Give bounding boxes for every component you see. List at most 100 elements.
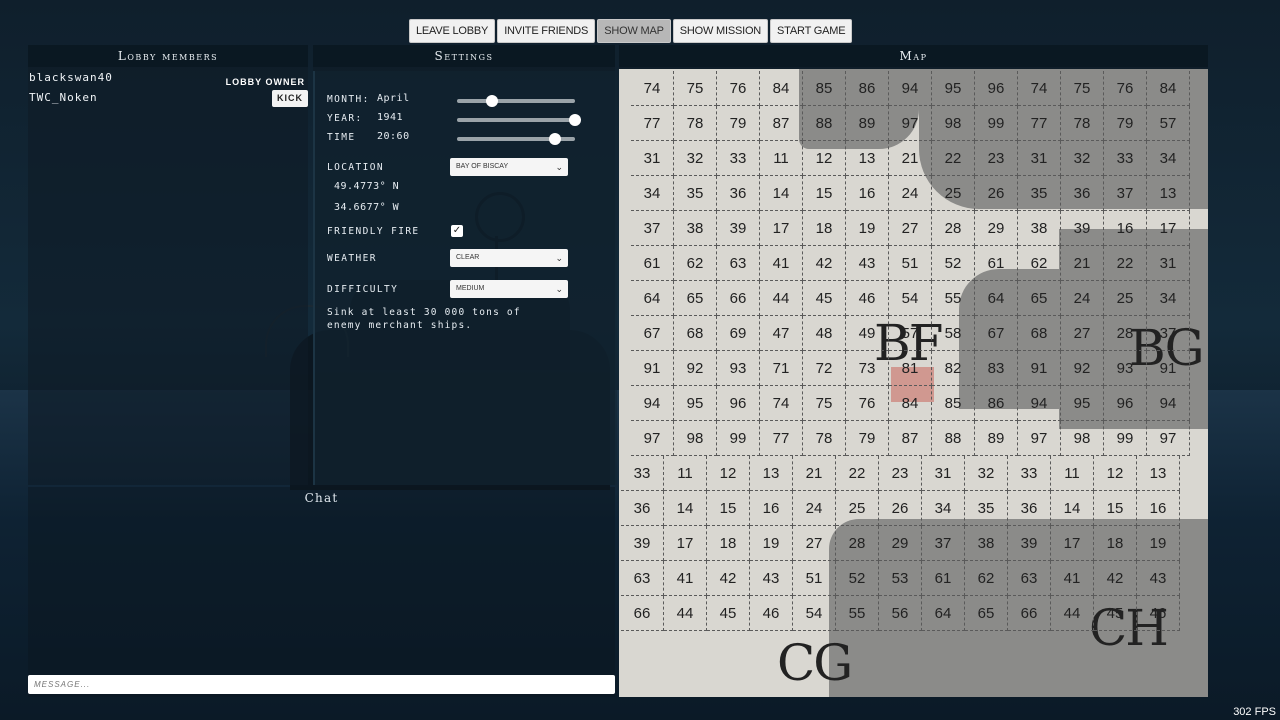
map-grid-cell[interactable]: 76 xyxy=(717,71,760,106)
map-grid-cell[interactable]: 61 xyxy=(922,561,965,596)
map-grid-cell[interactable]: 85 xyxy=(803,71,846,106)
map-grid-cell[interactable]: 11 xyxy=(760,141,803,176)
map-grid-cell[interactable]: 35 xyxy=(674,176,717,211)
map-grid-cell[interactable]: 76 xyxy=(846,386,889,421)
map-grid-cell[interactable]: 28 xyxy=(1104,316,1147,351)
map-grid-cell[interactable]: 52 xyxy=(932,246,975,281)
year-slider[interactable] xyxy=(457,114,581,126)
map-grid-cell[interactable]: 97 xyxy=(1147,421,1190,456)
map-grid-cell[interactable]: 32 xyxy=(965,456,1008,491)
map-grid-cell[interactable]: 13 xyxy=(1147,176,1190,211)
map-grid-cell[interactable]: 36 xyxy=(1061,176,1104,211)
map-grid-cell[interactable]: 39 xyxy=(717,211,760,246)
map-grid-cell[interactable]: 28 xyxy=(932,211,975,246)
map-grid-cell[interactable]: 66 xyxy=(621,596,664,631)
map-grid-cell[interactable]: 26 xyxy=(879,491,922,526)
map-grid-cell[interactable]: 94 xyxy=(889,71,932,106)
map-grid-cell[interactable]: 36 xyxy=(1008,491,1051,526)
map-grid-cell[interactable]: 96 xyxy=(975,71,1018,106)
map-grid-cell[interactable]: 66 xyxy=(717,281,760,316)
map-grid-cell[interactable]: 47 xyxy=(760,316,803,351)
map-grid-cell[interactable]: 21 xyxy=(1061,246,1104,281)
map-grid-cell[interactable]: 77 xyxy=(760,421,803,456)
map-grid-cell[interactable]: 34 xyxy=(1147,141,1190,176)
map-grid-cell[interactable]: 32 xyxy=(674,141,717,176)
map-grid-cell[interactable]: 79 xyxy=(717,106,760,141)
map-grid-cell[interactable]: 35 xyxy=(965,491,1008,526)
map-grid-cell[interactable]: 37 xyxy=(631,211,674,246)
map-grid-cell[interactable]: 93 xyxy=(717,351,760,386)
map-grid-cell[interactable]: 87 xyxy=(760,106,803,141)
map-grid-cell[interactable]: 65 xyxy=(965,596,1008,631)
map-grid-cell[interactable]: 81 xyxy=(889,351,932,386)
map-grid-cell[interactable]: 27 xyxy=(1061,316,1104,351)
map-grid-cell[interactable]: 71 xyxy=(760,351,803,386)
map-grid-cell[interactable]: 24 xyxy=(889,176,932,211)
map-grid-cell[interactable]: 91 xyxy=(631,351,674,386)
map-grid-cell[interactable]: 65 xyxy=(674,281,717,316)
map-grid-cell[interactable]: 67 xyxy=(975,316,1018,351)
map-grid-cell[interactable]: 15 xyxy=(707,491,750,526)
map-grid-cell[interactable]: 51 xyxy=(793,561,836,596)
map-grid-cell[interactable]: 24 xyxy=(793,491,836,526)
map-grid-cell[interactable]: 23 xyxy=(975,141,1018,176)
map-grid-cell[interactable]: 49 xyxy=(846,316,889,351)
map-grid-cell[interactable]: 46 xyxy=(846,281,889,316)
map-grid-cell[interactable]: 16 xyxy=(750,491,793,526)
map-grid-cell[interactable]: 16 xyxy=(1137,491,1180,526)
map-grid-cell[interactable]: 61 xyxy=(975,246,1018,281)
map-grid-cell[interactable]: 25 xyxy=(836,491,879,526)
map-grid-cell[interactable]: 86 xyxy=(975,386,1018,421)
map-grid-cell[interactable]: 34 xyxy=(631,176,674,211)
map-grid-cell[interactable]: 17 xyxy=(760,211,803,246)
map-grid-cell[interactable]: 68 xyxy=(674,316,717,351)
map-grid-cell[interactable]: 75 xyxy=(803,386,846,421)
location-select[interactable]: BAY OF BISCAY ⌄ xyxy=(450,158,568,176)
map-grid-cell[interactable]: 31 xyxy=(631,141,674,176)
map-grid-cell[interactable]: 42 xyxy=(1094,561,1137,596)
map-grid-cell[interactable]: 46 xyxy=(1137,596,1180,631)
map-grid-cell[interactable]: 92 xyxy=(674,351,717,386)
map-grid-cell[interactable]: 29 xyxy=(879,526,922,561)
map-grid-cell[interactable]: 22 xyxy=(1104,246,1147,281)
friendly-fire-checkbox[interactable]: ✓ xyxy=(451,225,463,237)
map-grid-cell[interactable]: 74 xyxy=(631,71,674,106)
map-grid-cell[interactable]: 39 xyxy=(1061,211,1104,246)
map-grid-cell[interactable]: 54 xyxy=(889,281,932,316)
map-grid-cell[interactable]: 15 xyxy=(1094,491,1137,526)
map-grid-cell[interactable]: 44 xyxy=(1051,596,1094,631)
map-grid-cell[interactable]: 14 xyxy=(664,491,707,526)
map-grid-cell[interactable]: 75 xyxy=(1061,71,1104,106)
map-grid-cell[interactable]: 33 xyxy=(1104,141,1147,176)
map-grid-cell[interactable]: 63 xyxy=(717,246,760,281)
map-grid-cell[interactable]: 78 xyxy=(674,106,717,141)
map-grid-cell[interactable]: 84 xyxy=(760,71,803,106)
map-grid-cell[interactable]: 39 xyxy=(1008,526,1051,561)
month-slider-knob[interactable] xyxy=(486,95,499,107)
map-grid-cell[interactable]: 44 xyxy=(760,281,803,316)
map-grid-cell[interactable]: 94 xyxy=(631,386,674,421)
map-grid-cell[interactable]: 74 xyxy=(1018,71,1061,106)
map-grid-cell[interactable]: 63 xyxy=(621,561,664,596)
map-grid-cell[interactable]: 89 xyxy=(975,421,1018,456)
map-grid-cell[interactable]: 96 xyxy=(1104,386,1147,421)
map-grid-cell[interactable]: 74 xyxy=(760,386,803,421)
map-grid[interactable]: BF BG CG CH 74 75 76 84 85 86 94 95 96 74 75 76 84 77… xyxy=(619,69,1208,697)
map-grid-cell[interactable]: 38 xyxy=(1018,211,1061,246)
map-grid-cell[interactable]: 13 xyxy=(1137,456,1180,491)
kick-button[interactable]: KICK xyxy=(272,90,308,107)
map-grid-cell[interactable]: 18 xyxy=(1094,526,1137,561)
map-grid-cell[interactable]: 99 xyxy=(975,106,1018,141)
map-grid-cell[interactable]: 43 xyxy=(750,561,793,596)
map-grid-cell[interactable]: 35 xyxy=(1018,176,1061,211)
map-grid-cell[interactable]: 73 xyxy=(846,351,889,386)
map-grid-cell[interactable]: 58 xyxy=(932,316,975,351)
map-grid-cell[interactable]: 98 xyxy=(1061,421,1104,456)
map-grid-cell[interactable]: 33 xyxy=(621,456,664,491)
map-grid-cell[interactable]: 28 xyxy=(836,526,879,561)
map-grid-cell[interactable]: 39 xyxy=(621,526,664,561)
map-grid-cell[interactable]: 56 xyxy=(879,596,922,631)
map-grid-cell[interactable]: 44 xyxy=(664,596,707,631)
map-grid-cell[interactable]: 34 xyxy=(1147,281,1190,316)
map-grid-cell[interactable]: 67 xyxy=(631,316,674,351)
